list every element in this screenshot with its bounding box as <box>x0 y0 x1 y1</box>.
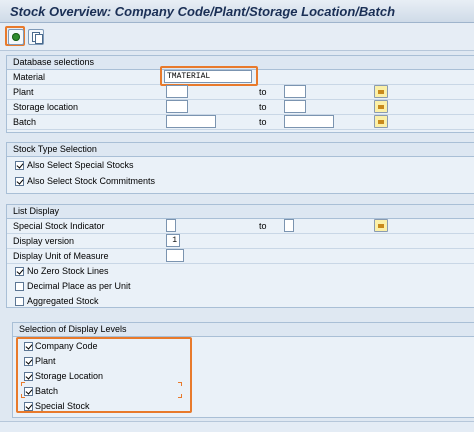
special-stocks-checkbox[interactable] <box>15 161 24 170</box>
no-zero-stock-label: No Zero Stock Lines <box>27 266 109 276</box>
row-special-stock-indicator: Special Stock Indicator to <box>7 219 474 234</box>
stock-type-group: Stock Type Selection Also Select Special… <box>6 142 474 194</box>
special-stock-to-label: to <box>259 221 267 231</box>
storage-location-level-label: Storage Location <box>35 371 104 381</box>
page-title: Stock Overview: Company Code/Plant/Stora… <box>10 4 396 19</box>
execute-icon <box>12 33 20 41</box>
material-input[interactable]: TMATERIAL <box>164 70 252 83</box>
batch-multiple-selection-button[interactable] <box>374 115 388 128</box>
focus-corner-br <box>178 394 182 398</box>
storage-location-multiple-selection-button[interactable] <box>374 100 388 113</box>
decimal-place-label: Decimal Place as per Unit <box>27 281 131 291</box>
display-version-input[interactable]: 1 <box>166 234 180 247</box>
execute-button[interactable] <box>8 29 24 45</box>
stock-commitments-label: Also Select Stock Commitments <box>27 176 156 186</box>
special-stock-multiple-selection-button[interactable] <box>374 219 388 232</box>
get-variant-button[interactable] <box>28 29 44 45</box>
special-stock-from-input[interactable] <box>166 219 176 232</box>
storage-location-to-input[interactable] <box>284 100 306 113</box>
aggregated-stock-label: Aggregated Stock <box>27 296 99 306</box>
batch-level-checkbox[interactable] <box>24 387 33 396</box>
list-display-group: List Display Special Stock Indicator to … <box>6 204 474 308</box>
storage-location-from-input[interactable] <box>166 100 188 113</box>
status-bar <box>0 421 474 432</box>
row-storage-location: Storage location to <box>7 100 474 115</box>
batch-label: Batch <box>13 117 37 127</box>
row-plant: Plant to <box>7 85 474 100</box>
special-stock-level-label: Special Stock <box>35 401 90 411</box>
row-display-version: Display version <box>7 234 474 249</box>
stock-type-title: Stock Type Selection <box>13 144 97 154</box>
group-header <box>7 205 474 219</box>
special-stocks-label: Also Select Special Stocks <box>27 160 134 170</box>
row-display-uom: Display Unit of Measure <box>7 249 474 264</box>
batch-to-label: to <box>259 117 267 127</box>
special-stock-level-checkbox[interactable] <box>24 402 33 411</box>
batch-from-input[interactable] <box>166 115 216 128</box>
plant-to-label: to <box>259 87 267 97</box>
decimal-place-checkbox[interactable] <box>15 282 24 291</box>
display-uom-label: Display Unit of Measure <box>13 251 109 261</box>
batch-to-input[interactable] <box>284 115 334 128</box>
batch-level-label: Batch <box>35 386 59 396</box>
storage-location-to-label: to <box>259 102 267 112</box>
no-zero-stock-checkbox[interactable] <box>15 267 24 276</box>
display-version-label: Display version <box>13 236 75 246</box>
special-stock-indicator-label: Special Stock Indicator <box>13 221 105 231</box>
copy-variant-icon-back <box>35 34 43 44</box>
application-toolbar <box>0 23 474 51</box>
material-label: Material <box>13 72 46 82</box>
plant-to-input[interactable] <box>284 85 306 98</box>
plant-level-checkbox[interactable] <box>24 357 33 366</box>
company-code-label: Company Code <box>35 341 98 351</box>
company-code-checkbox[interactable] <box>24 342 33 351</box>
plant-multiple-selection-button[interactable] <box>374 85 388 98</box>
plant-level-label: Plant <box>35 356 56 366</box>
focus-corner-tr <box>178 382 182 386</box>
row-batch: Batch to <box>7 115 474 130</box>
display-levels-title: Selection of Display Levels <box>19 324 127 334</box>
focus-corner-bl <box>21 394 25 398</box>
storage-location-label: Storage location <box>13 102 79 112</box>
aggregated-stock-checkbox[interactable] <box>15 297 24 306</box>
stock-commitments-checkbox[interactable] <box>15 177 24 186</box>
list-display-title: List Display <box>13 206 60 216</box>
plant-label: Plant <box>13 87 34 97</box>
database-selections-title: Database selections <box>13 57 95 67</box>
focus-corner-tl <box>21 382 25 386</box>
special-stock-to-input[interactable] <box>284 219 294 232</box>
plant-from-input[interactable] <box>166 85 188 98</box>
title-bar: Stock Overview: Company Code/Plant/Stora… <box>0 0 474 23</box>
display-uom-input[interactable] <box>166 249 184 262</box>
storage-location-level-checkbox[interactable] <box>24 372 33 381</box>
